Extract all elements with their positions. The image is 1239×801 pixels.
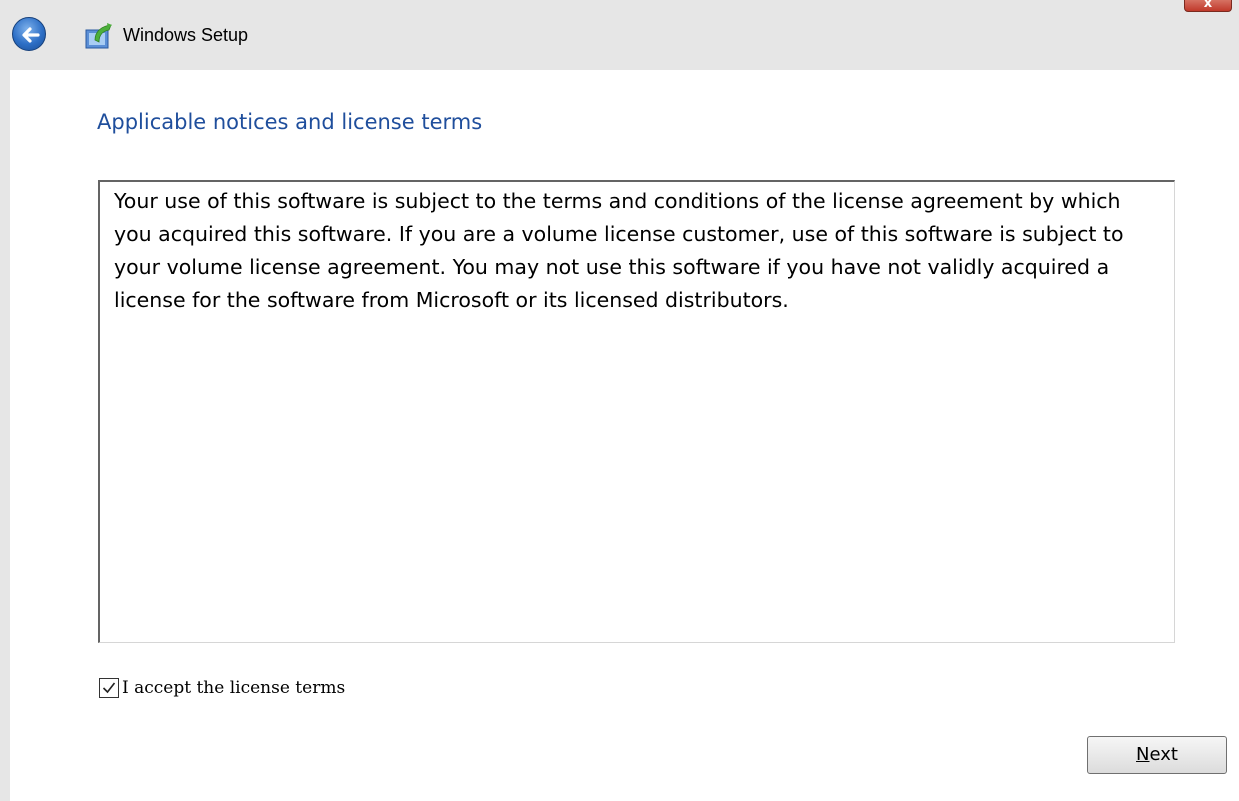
title-bar: Windows Setup x xyxy=(0,0,1239,70)
accept-checkbox[interactable] xyxy=(99,678,119,698)
next-label-rest: ext xyxy=(1149,744,1178,765)
close-button[interactable]: x xyxy=(1184,0,1232,12)
license-text-box[interactable]: Your use of this software is subject to … xyxy=(98,180,1175,643)
back-arrow-icon xyxy=(22,27,40,43)
window-left-border xyxy=(0,70,10,801)
page-title: Applicable notices and license terms xyxy=(97,110,483,134)
back-button[interactable] xyxy=(12,17,46,51)
windows-setup-icon xyxy=(85,23,112,49)
accept-label[interactable]: I accept the license terms xyxy=(122,678,345,698)
next-mnemonic: N xyxy=(1136,744,1150,765)
content-pane: Applicable notices and license terms You… xyxy=(10,70,1239,801)
license-text: Your use of this software is subject to … xyxy=(114,189,1124,312)
window-title: Windows Setup xyxy=(123,25,249,45)
close-icon: x xyxy=(1203,0,1213,11)
next-button[interactable]: Next xyxy=(1087,736,1227,774)
checkmark-icon xyxy=(102,682,116,694)
setup-window: Windows Setup x Applicable notices and l… xyxy=(0,0,1239,801)
